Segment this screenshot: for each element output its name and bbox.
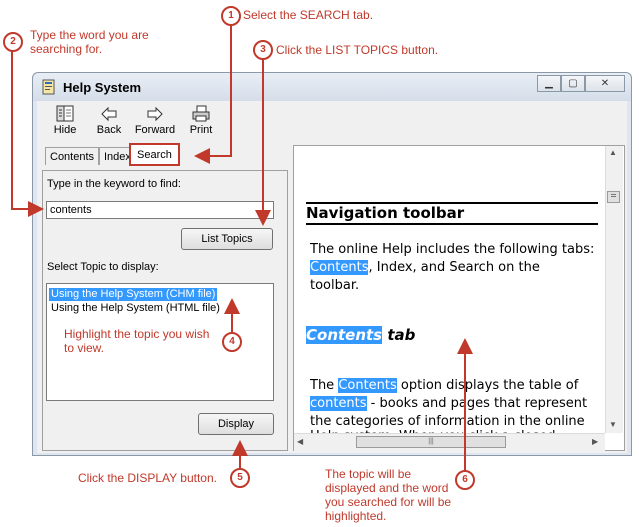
para2-line3: the categories of information in the onl… [310,414,585,429]
window-controls: ▁ ▢ ✕ [537,75,625,93]
para1-line3: toolbar. [310,278,360,293]
print-label: Print [189,124,213,136]
step-5-marker: 5 [230,468,250,488]
step-6-marker: 6 [455,470,475,490]
para1-line2: Contents, Index, and Search on the [310,260,540,275]
minimize-button[interactable]: ▁ [537,75,561,92]
heading-rule-top [306,202,598,204]
heading-rule-bottom [306,223,598,225]
para2-line2: contents - books and pages that represen… [310,396,588,411]
back-arrow-icon [101,106,117,122]
para2-line4: Help system. When you click a closed [310,429,556,433]
list-item[interactable]: Using the Help System (CHM file) [49,288,218,301]
para2-line1: The Contents option displays the table o… [310,378,579,393]
subheading: Contents tab [306,326,416,344]
step-2-marker: 2 [3,32,23,52]
hide-label: Hide [53,124,77,136]
list-item[interactable]: Using the Help System (HTML file) [49,302,222,315]
list-topics-button[interactable]: List Topics [181,228,273,250]
tab-contents[interactable]: Contents [45,147,100,165]
step-4-text: Highlight the topic you wish to view. [64,327,210,355]
step-1-marker: 1 [221,6,241,26]
forward-label: Forward [134,124,176,136]
select-topic-label: Select Topic to display: [47,261,159,273]
back-label: Back [96,124,122,136]
step-4-marker: 4 [222,332,242,352]
close-icon: ✕ [600,78,610,89]
back-button[interactable]: Back [87,105,131,141]
toolbar: Hide Back Forward Print [37,101,627,143]
printer-icon [192,105,210,122]
forward-button[interactable]: Forward [133,105,177,141]
highlight-contents: Contents [310,260,369,275]
step-3-text: Click the LIST TOPICS button. [276,43,439,57]
vertical-scrollbar[interactable]: ▲ ▼ [605,146,623,433]
hscroll-thumb[interactable]: ||| [356,436,506,448]
window-title: Help System [63,80,142,95]
scroll-thumb[interactable] [607,191,620,203]
minimize-icon: ▁ [545,78,553,89]
scroll-down-icon[interactable]: ▼ [609,420,617,429]
print-button[interactable]: Print [179,105,223,141]
step-1-text: Select the SEARCH tab. [243,8,374,22]
scroll-right-icon[interactable]: ▶ [592,437,598,446]
step-6-text: The topic will be displayed and the word… [325,467,452,523]
title-bar[interactable]: Help System ▁ ▢ ✕ [33,73,631,101]
topic-viewer[interactable]: ▲ ▼ ◀ ||| ▶ Navigation toolbar The onlin… [293,145,625,451]
hide-button[interactable]: Hide [43,105,87,141]
hide-icon [56,105,74,122]
scroll-up-icon[interactable]: ▲ [609,148,617,157]
keyword-input[interactable] [46,201,274,219]
step-5-text: Click the DISPLAY button. [78,471,217,485]
forward-arrow-icon [147,106,163,122]
maximize-icon: ▢ [568,78,578,89]
maximize-button[interactable]: ▢ [561,75,585,92]
help-app-icon [42,79,55,95]
para1-line1: The online Help includes the following t… [310,242,595,257]
tab-search[interactable]: Search [129,143,180,166]
keyword-label: Type in the keyword to find: [47,178,181,190]
display-button[interactable]: Display [198,413,274,435]
horizontal-scrollbar[interactable]: ◀ ||| ▶ [294,433,605,451]
close-button[interactable]: ✕ [585,75,625,92]
doc-heading: Navigation toolbar [306,204,465,222]
step-2-text: Type the word you are searching for. [30,28,149,56]
scroll-left-icon[interactable]: ◀ [297,437,303,446]
step-3-marker: 3 [253,40,273,60]
